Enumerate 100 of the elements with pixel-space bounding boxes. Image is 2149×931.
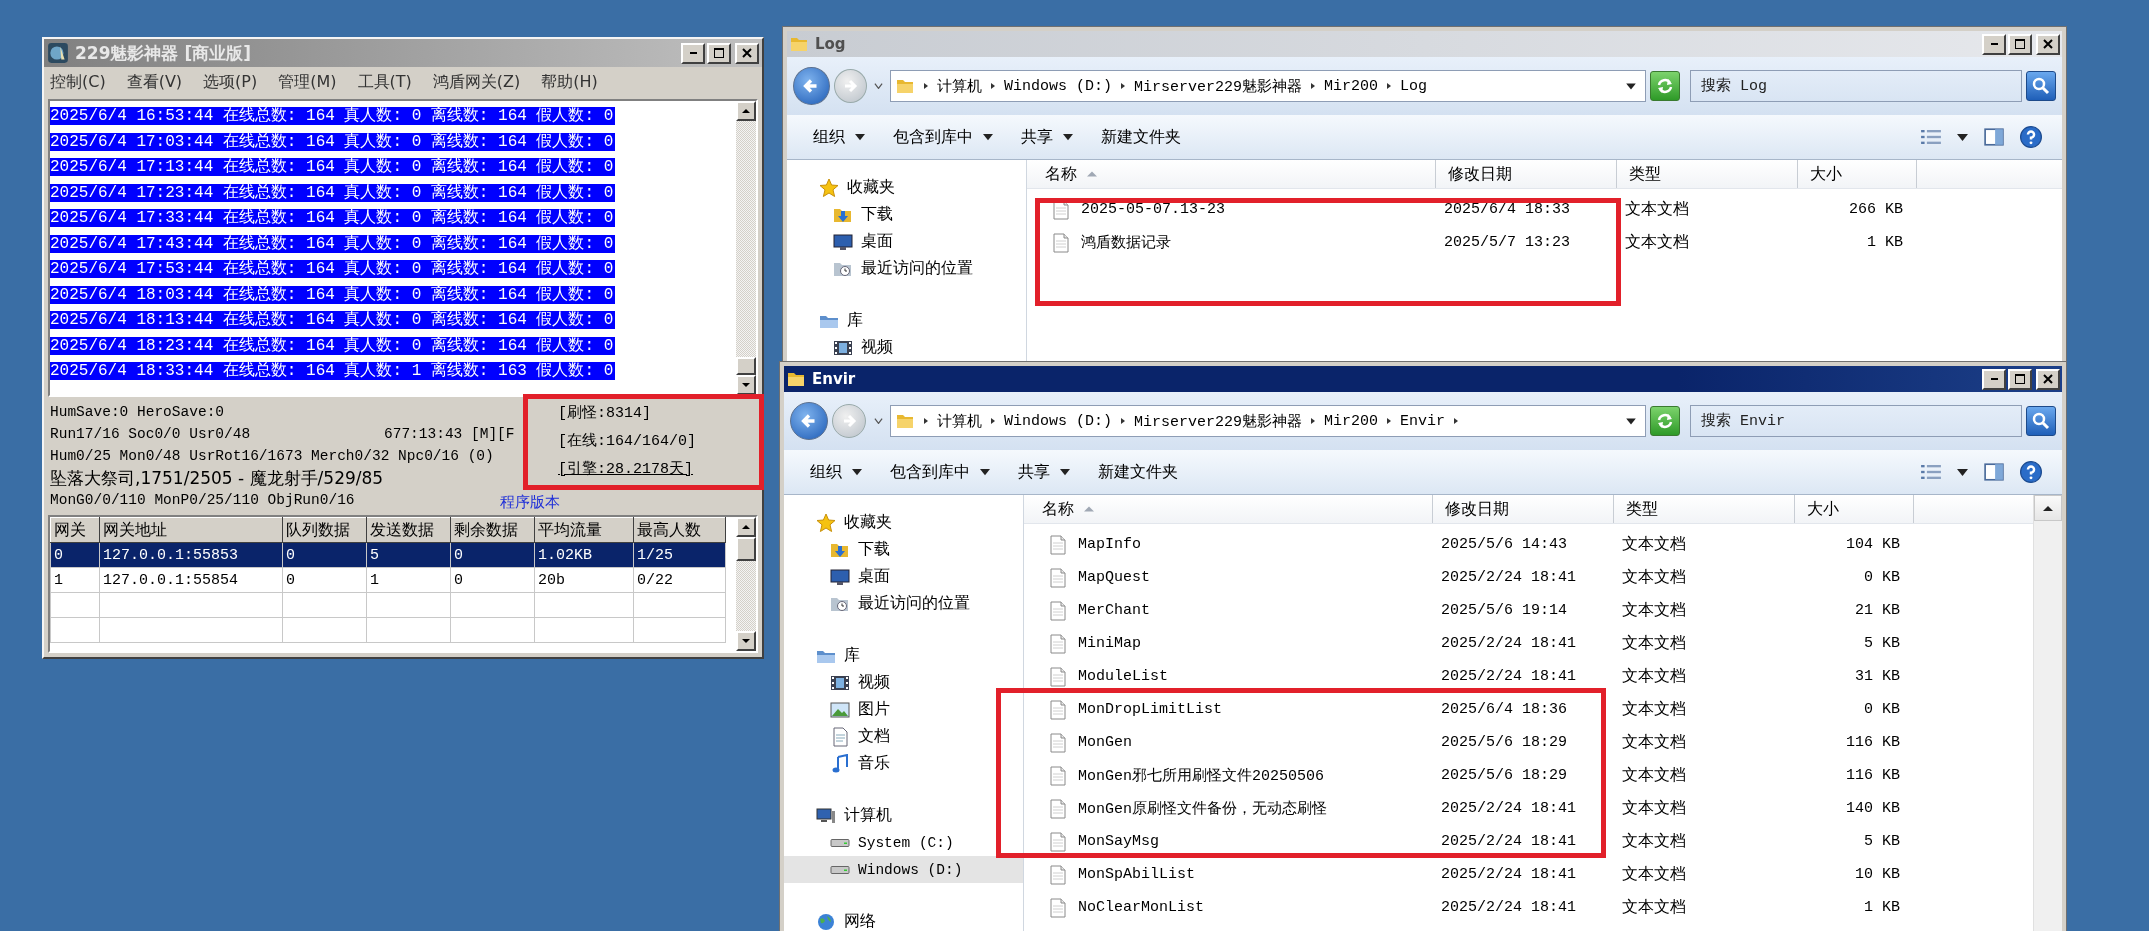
column-header[interactable]: 网关地址 bbox=[99, 517, 283, 543]
minimize-button[interactable] bbox=[1982, 33, 2006, 55]
file-name[interactable]: ModuleList bbox=[1078, 668, 1168, 685]
column-header[interactable]: 发送数据 bbox=[366, 517, 451, 543]
nav-item[interactable]: 文档 bbox=[784, 723, 1023, 750]
file-name[interactable]: MonGen原刷怪文件备份，无动态刷怪 bbox=[1078, 799, 1327, 818]
maximize-icon bbox=[2015, 374, 2025, 384]
file-name[interactable]: MonGen bbox=[1078, 734, 1132, 751]
scroll-up-button[interactable] bbox=[2034, 495, 2062, 521]
scroll-down-button[interactable] bbox=[736, 375, 756, 395]
counter-text: [在线:164/164/0] bbox=[558, 431, 698, 452]
file-name[interactable]: MonSpAbilList bbox=[1078, 866, 1196, 883]
maximize-button[interactable] bbox=[707, 42, 731, 64]
toolbar-button[interactable]: 组织 bbox=[796, 457, 876, 487]
breadcrumb[interactable]: Mirserver229魅影神器 bbox=[1134, 76, 1303, 96]
table-row[interactable]: 0 127.0.0.1:55853 0 5 0 1.02KB 1/25 bbox=[50, 542, 726, 568]
close-button[interactable] bbox=[2036, 368, 2060, 390]
column-header[interactable]: 队列数据 bbox=[282, 517, 367, 543]
nav-item[interactable]: 视频 bbox=[787, 334, 1026, 361]
nav-item[interactable]: System (C:) bbox=[784, 829, 1023, 856]
minimize-button[interactable] bbox=[1982, 368, 2006, 390]
nav-item[interactable]: 最近访问的位置 bbox=[784, 590, 1023, 617]
nav-item[interactable]: 网络 bbox=[784, 908, 1023, 931]
breadcrumb[interactable]: Mir200 bbox=[1324, 412, 1379, 430]
nav-item[interactable]: 收藏夹 bbox=[784, 509, 1023, 536]
breadcrumb[interactable]: 计算机 bbox=[937, 76, 982, 96]
menu-item[interactable]: 控制(C) bbox=[50, 71, 106, 93]
maximize-button[interactable] bbox=[2008, 368, 2032, 390]
refresh-button[interactable] bbox=[1650, 71, 1680, 101]
file-date: 2025/5/6 14:43 bbox=[1441, 536, 1568, 553]
scroll-down-button[interactable] bbox=[736, 631, 756, 651]
scroll-thumb[interactable] bbox=[736, 537, 756, 561]
breadcrumb[interactable]: Envir bbox=[1400, 412, 1446, 430]
column-header[interactable]: 最高人数 bbox=[633, 517, 726, 543]
file-name[interactable]: MerChant bbox=[1078, 602, 1150, 619]
breadcrumb[interactable]: Windows (D:) bbox=[1004, 77, 1113, 95]
breadcrumb[interactable]: 计算机 bbox=[937, 411, 982, 431]
scrollbar[interactable] bbox=[736, 517, 756, 651]
table-row[interactable]: 1 127.0.0.1:55854 0 1 0 20b 0/22 bbox=[50, 567, 726, 593]
file-name[interactable]: 鸿盾数据记录 bbox=[1081, 233, 1171, 252]
nav-item[interactable]: 图片 bbox=[784, 696, 1023, 723]
column-header[interactable]: 平均流量 bbox=[534, 517, 634, 543]
breadcrumb[interactable]: Log bbox=[1400, 77, 1428, 95]
close-button[interactable] bbox=[735, 42, 759, 64]
toolbar-button[interactable]: 包含到库中 bbox=[876, 457, 1004, 487]
counter-link[interactable]: [引擎:28.2178天] bbox=[558, 458, 693, 482]
address-bar[interactable]: 计算机 Windows (D:) Mirserver229魅影神器 Mir200 Log bbox=[890, 70, 1646, 102]
nav-item[interactable]: Windows (D:) bbox=[784, 856, 1023, 883]
toolbar-button[interactable]: 共享 bbox=[1004, 457, 1084, 487]
toolbar-button[interactable]: 包含到库中 bbox=[879, 122, 1007, 152]
maximize-button[interactable] bbox=[2008, 33, 2032, 55]
nav-item[interactable]: 桌面 bbox=[784, 563, 1023, 590]
nav-item[interactable]: 音乐 bbox=[784, 750, 1023, 777]
menu-item[interactable]: 鸿盾网关(Z) bbox=[432, 71, 521, 93]
file-name[interactable]: MonSayMsg bbox=[1078, 833, 1159, 850]
file-name[interactable]: MiniMap bbox=[1078, 635, 1141, 652]
menu-item[interactable]: 帮助(H) bbox=[541, 71, 598, 93]
menu-item[interactable]: 工具(T) bbox=[357, 71, 412, 93]
breadcrumb[interactable]: Windows (D:) bbox=[1004, 412, 1113, 430]
breadcrumb[interactable]: Mirserver229魅影神器 bbox=[1134, 411, 1303, 431]
menu-item[interactable]: 选项(P) bbox=[203, 71, 258, 93]
back-button[interactable] bbox=[793, 67, 830, 105]
file-name[interactable]: NoClearMonList bbox=[1078, 899, 1205, 916]
file-name[interactable]: MonDropLimitList bbox=[1078, 701, 1223, 718]
file-name[interactable]: 2025-05-07.13-23 bbox=[1081, 201, 1226, 218]
nav-item[interactable]: 视频 bbox=[784, 669, 1023, 696]
nav-item[interactable]: 收藏夹 bbox=[787, 174, 1026, 201]
toolbar-button[interactable]: 新建文件夹 bbox=[1087, 122, 1195, 152]
menu-item[interactable]: 管理(M) bbox=[278, 71, 337, 93]
close-button[interactable] bbox=[2036, 33, 2060, 55]
toolbar-button[interactable]: 共享 bbox=[1007, 122, 1087, 152]
caret-icon bbox=[1957, 468, 1968, 476]
refresh-button[interactable] bbox=[1650, 406, 1680, 436]
file-name[interactable]: MapQuest bbox=[1078, 569, 1150, 586]
address-bar[interactable]: 计算机 Windows (D:) Mirserver229魅影神器 Mir200 Envir bbox=[890, 405, 1646, 437]
search-button[interactable] bbox=[2026, 71, 2056, 101]
menu-item[interactable]: 查看(V) bbox=[126, 71, 183, 93]
search-button[interactable] bbox=[2026, 406, 2056, 436]
nav-item[interactable]: 计算机 bbox=[784, 802, 1023, 829]
file-name[interactable]: MapInfo bbox=[1078, 536, 1141, 553]
back-button[interactable] bbox=[790, 402, 828, 440]
maximize-icon bbox=[2015, 39, 2025, 49]
column-header[interactable]: 剩余数据 bbox=[450, 517, 535, 543]
column-header[interactable]: 网关 bbox=[50, 517, 100, 543]
toolbar-button[interactable]: 组织 bbox=[799, 122, 879, 152]
nav-item[interactable]: 桌面 bbox=[787, 228, 1026, 255]
nav-item[interactable]: 下载 bbox=[787, 201, 1026, 228]
minimize-button[interactable] bbox=[681, 42, 705, 64]
scroll-thumb[interactable] bbox=[736, 357, 756, 375]
breadcrumb[interactable]: Mir200 bbox=[1324, 77, 1379, 95]
file-name[interactable]: MonGen邪七所用刷怪文件20250506 bbox=[1078, 766, 1325, 785]
toolbar-button[interactable]: 新建文件夹 bbox=[1084, 457, 1192, 487]
nav-item[interactable]: 下载 bbox=[784, 536, 1023, 563]
nav-item[interactable]: 库 bbox=[784, 642, 1023, 669]
nav-item[interactable]: 库 bbox=[787, 307, 1026, 334]
scrollbar[interactable] bbox=[2033, 495, 2062, 931]
search-field[interactable]: 搜索 Log bbox=[1690, 70, 2022, 102]
search-field[interactable]: 搜索 Envir bbox=[1690, 405, 2022, 437]
scrollbar[interactable] bbox=[736, 101, 756, 395]
nav-item[interactable]: 最近访问的位置 bbox=[787, 255, 1026, 282]
